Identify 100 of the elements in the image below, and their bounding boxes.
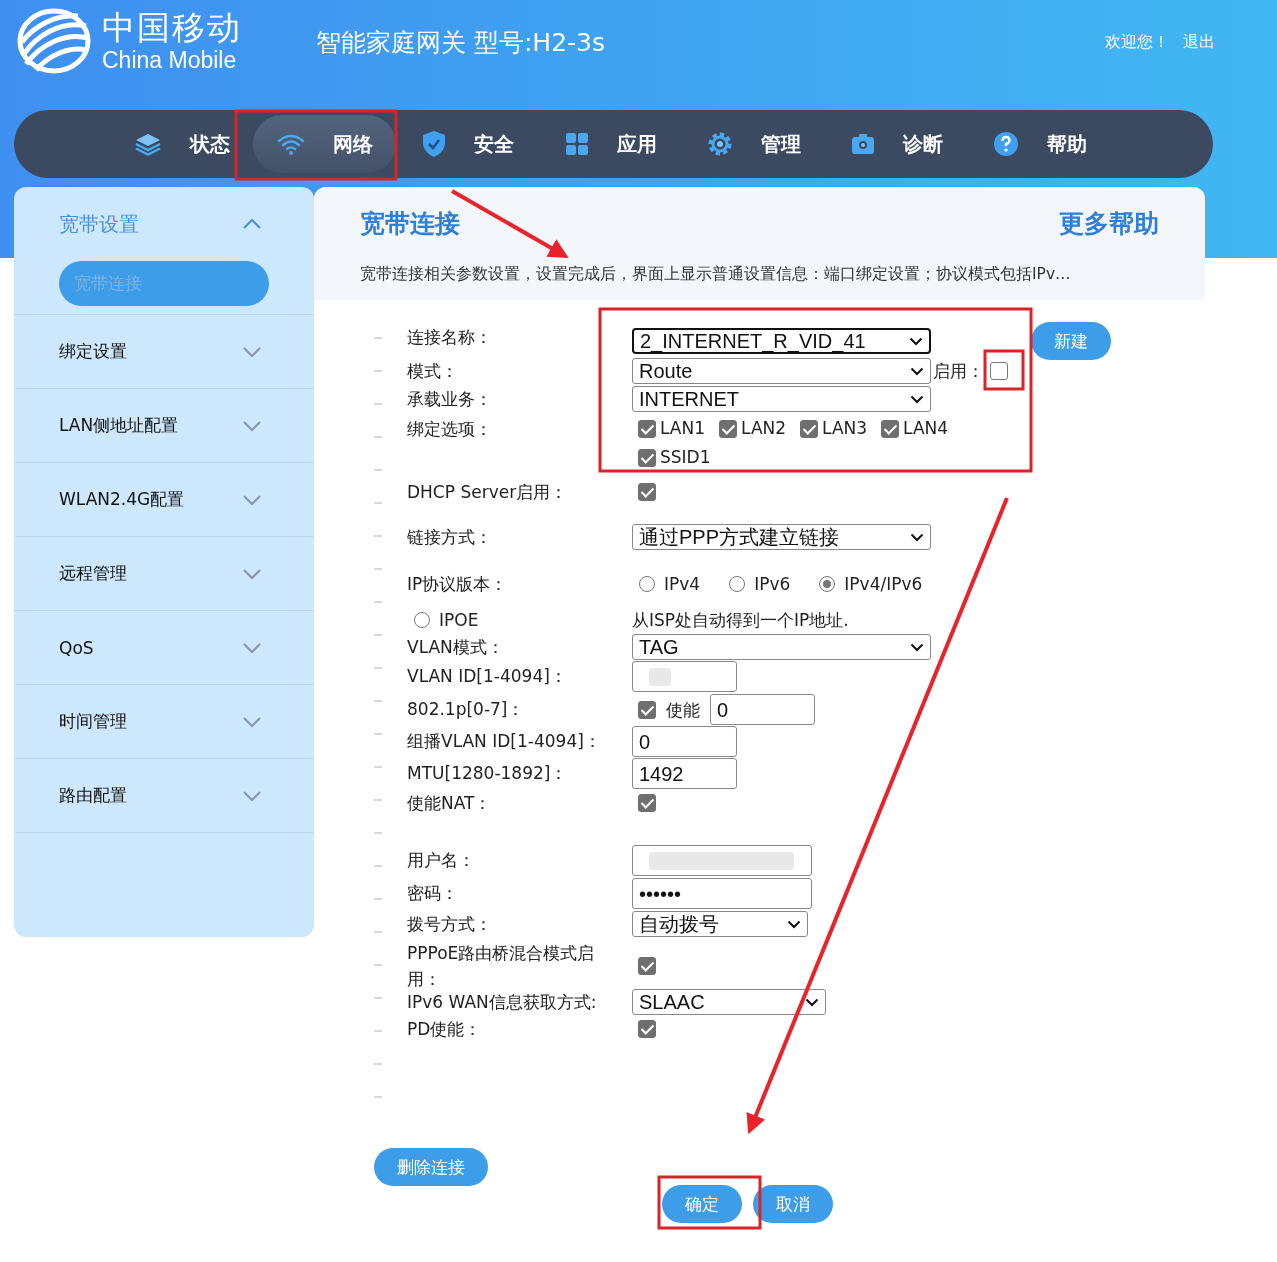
input-field[interactable]: 1492: [632, 758, 737, 789]
nav-tab[interactable]: 网络: [253, 115, 396, 173]
chevron-icon: [909, 336, 923, 346]
checkbox-label: LAN2: [741, 417, 787, 440]
page-description: 宽带连接相关参数设置，设置完成后，界面上显示普通设置信息：端口绑定设置；协议模式包括IPv…: [360, 264, 1072, 285]
field-label: VLAN ID[1-4094]：: [407, 665, 568, 688]
field-label: 承载业务：: [407, 388, 493, 411]
checkbox[interactable]: [800, 419, 819, 438]
hint-text: 从ISP处自动得到一个IP地址.: [632, 609, 849, 632]
nav-tab[interactable]: 诊断: [825, 115, 968, 173]
chevron-icon: [242, 493, 262, 506]
field-label: 802.1p[0-7]：: [407, 698, 526, 721]
field-label: 使能NAT：: [407, 792, 493, 815]
radio-button[interactable]: [729, 576, 746, 592]
radio-button[interactable]: [414, 612, 430, 628]
sidebar-item[interactable]: WLAN2.4G配置: [14, 463, 314, 536]
select-field[interactable]: SLAAC: [632, 989, 826, 1015]
chevron-icon: [910, 366, 924, 376]
nav-tab[interactable]: 帮助: [968, 115, 1111, 173]
field-label: VLAN模式：: [407, 636, 505, 659]
chevron-icon: [910, 642, 924, 652]
radio-label: IPOE: [439, 609, 479, 632]
camera-icon: [850, 133, 875, 155]
checkbox[interactable]: [638, 794, 656, 812]
chevron-icon: [242, 715, 262, 728]
field-label: 绑定选项：: [407, 418, 493, 441]
select-field[interactable]: 2_INTERNET_R_VID_41: [632, 328, 931, 354]
select-field[interactable]: 自动拨号: [632, 911, 808, 937]
checkbox-label: LAN3: [822, 417, 868, 440]
field-label: 组播VLAN ID[1-4094]：: [407, 730, 602, 753]
help-link[interactable]: 更多帮助: [1059, 207, 1159, 240]
chevron-icon: [242, 789, 262, 802]
chevron-icon: [242, 218, 262, 230]
checkbox[interactable]: [638, 1020, 656, 1038]
sidebar-item[interactable]: 时间管理: [14, 685, 314, 758]
field-label: MTU[1280-1892]：: [407, 762, 569, 785]
radio-label: IPv6: [754, 573, 791, 596]
grid-icon: [564, 132, 589, 156]
radio-label: IPv4: [664, 573, 701, 596]
sidebar-item[interactable]: 路由配置: [14, 759, 314, 832]
sidebar-item[interactable]: QoS: [14, 611, 314, 684]
page-title: 宽带连接: [360, 208, 460, 240]
checkbox[interactable]: [638, 700, 656, 719]
checkbox[interactable]: [638, 483, 656, 501]
logo-subtitle: China Mobile: [102, 47, 238, 73]
field-label: 连接名称：: [407, 326, 493, 349]
input-field[interactable]: 0: [710, 694, 815, 725]
checkbox-label: SSID1: [660, 446, 711, 469]
settings-icon: [706, 131, 733, 157]
checkbox[interactable]: [881, 419, 900, 438]
field-label: IP协议版本：: [407, 573, 509, 596]
checkbox[interactable]: [638, 419, 656, 438]
product-title: 智能家庭网关 型号:H2-3s: [316, 27, 606, 59]
radio-button[interactable]: [819, 576, 836, 592]
field-label: IPv6 WAN信息获取方式:: [407, 991, 598, 1014]
nav-tab[interactable]: 应用: [539, 115, 682, 173]
sidebar-item[interactable]: LAN侧地址配置: [14, 389, 314, 462]
field-label: 启用：: [933, 360, 984, 383]
radio-button[interactable]: [639, 576, 655, 592]
chevron-icon: [805, 997, 819, 1007]
checkbox[interactable]: [638, 448, 656, 467]
welcome-text: 欢迎您！: [1105, 32, 1169, 53]
radio-label: IPv4/IPv6: [844, 573, 923, 596]
chevron-icon: [910, 532, 924, 542]
nav-tab[interactable]: 安全: [396, 115, 539, 173]
select-field[interactable]: TAG: [632, 634, 931, 660]
checkbox[interactable]: [990, 362, 1008, 380]
select-field[interactable]: INTERNET: [632, 386, 931, 412]
field-label: 链接方式：: [407, 526, 493, 549]
select-field[interactable]: Route: [632, 358, 931, 384]
nav-tab[interactable]: 状态: [110, 115, 253, 173]
logo-text: 中国移动: [102, 9, 242, 47]
input-field[interactable]: [632, 845, 812, 876]
field-label: PPPoE路由桥混合模式启用：: [407, 942, 596, 991]
sidebar-item[interactable]: 远程管理: [14, 537, 314, 610]
nav-tab[interactable]: 管理: [682, 115, 825, 173]
logo-icon: [16, 6, 92, 76]
field-label: 密码：: [407, 882, 459, 905]
radio-option[interactable]: IPOE: [407, 605, 632, 635]
layers-icon: [133, 132, 162, 156]
input-field[interactable]: [632, 661, 737, 692]
wifi-icon: [276, 133, 305, 155]
input-field[interactable]: 0: [632, 726, 737, 757]
select-field[interactable]: 通过PPP方式建立链接: [632, 524, 931, 550]
field-label: 用户名：: [407, 849, 476, 872]
field-label: 模式：: [407, 360, 459, 383]
help-icon: [992, 131, 1019, 157]
checkbox-label: LAN1: [660, 417, 706, 440]
chevron-icon: [242, 419, 262, 432]
chevron-icon: [910, 394, 924, 404]
field-label: 拨号方式：: [407, 913, 493, 936]
input-field[interactable]: ••••••: [632, 878, 812, 909]
sidebar-item[interactable]: 绑定设置: [14, 315, 314, 388]
checkbox-label: 使能: [666, 698, 700, 722]
checkbox[interactable]: [719, 419, 738, 438]
shield-check-icon: [421, 130, 446, 158]
checkbox-label: LAN4: [903, 417, 949, 440]
chevron-icon: [242, 345, 262, 358]
chevron-icon: [242, 567, 262, 580]
checkbox[interactable]: [638, 957, 656, 975]
